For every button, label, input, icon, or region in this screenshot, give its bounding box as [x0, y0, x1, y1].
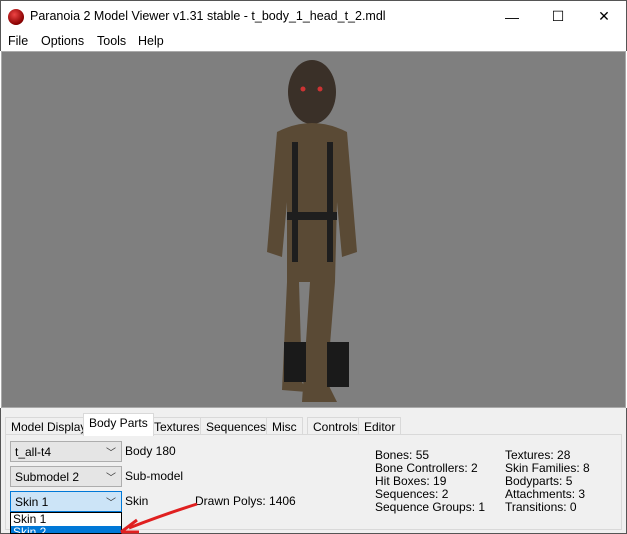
red-arrow-annotation	[120, 502, 198, 534]
character-model	[267, 60, 357, 402]
close-button[interactable]: ✕	[581, 1, 627, 32]
skin-select[interactable]: Skin 1 ﹀	[10, 491, 122, 512]
stats-left: Bones: 55 Bone Controllers: 2 Hit Boxes:…	[375, 449, 485, 514]
submodel-label: Sub-model	[125, 469, 184, 483]
stat-transitions: Transitions: 0	[505, 500, 577, 514]
title-bar: Paranoia 2 Model Viewer v1.31 stable - t…	[0, 0, 627, 31]
window-title: Paranoia 2 Model Viewer v1.31 stable - t…	[30, 9, 386, 23]
menu-help[interactable]: Help	[138, 34, 164, 48]
app-icon	[8, 9, 24, 25]
tab-misc[interactable]: Misc	[266, 417, 303, 435]
menu-tools[interactable]: Tools	[97, 34, 126, 48]
tab-textures[interactable]: Textures	[148, 417, 206, 435]
menu-file[interactable]: File	[8, 34, 28, 48]
chevron-down-icon: ﹀	[106, 448, 116, 459]
submodel-select[interactable]: Submodel 2 ﹀	[10, 466, 122, 487]
model-viewport[interactable]	[1, 51, 626, 408]
tab-editor[interactable]: Editor	[358, 417, 402, 435]
skin-option-selected[interactable]: Skin 2	[11, 526, 121, 533]
stat-sequence-groups: Sequence Groups: 1	[375, 500, 486, 514]
menu-bar: File Options Tools Help	[0, 31, 627, 51]
maximize-button[interactable]: ☐	[535, 1, 581, 32]
menu-options[interactable]: Options	[41, 34, 84, 48]
tab-sequences[interactable]: Sequences	[200, 417, 273, 435]
skin-dropdown-list[interactable]: Skin 1 Skin 2	[10, 512, 122, 534]
drawn-polys: Drawn Polys: 1406	[195, 494, 296, 508]
submodel-value: Submodel 2	[15, 470, 80, 484]
minimize-button[interactable]: —	[489, 1, 535, 32]
chevron-down-icon: ﹀	[106, 473, 116, 484]
skin-value: Skin 1	[15, 495, 49, 509]
tab-controls[interactable]: Controls	[307, 417, 364, 435]
tab-body-parts[interactable]: Body Parts	[83, 413, 154, 436]
bodypart-value: t_all-t4	[15, 445, 52, 459]
bodypart-select[interactable]: t_all-t4 ﹀	[10, 441, 122, 462]
bodypart-label: Body 180	[125, 444, 176, 458]
tab-model-display[interactable]: Model Display	[5, 417, 93, 435]
stats-right: Textures: 28 Skin Families: 8 Bodyparts:…	[505, 449, 590, 514]
